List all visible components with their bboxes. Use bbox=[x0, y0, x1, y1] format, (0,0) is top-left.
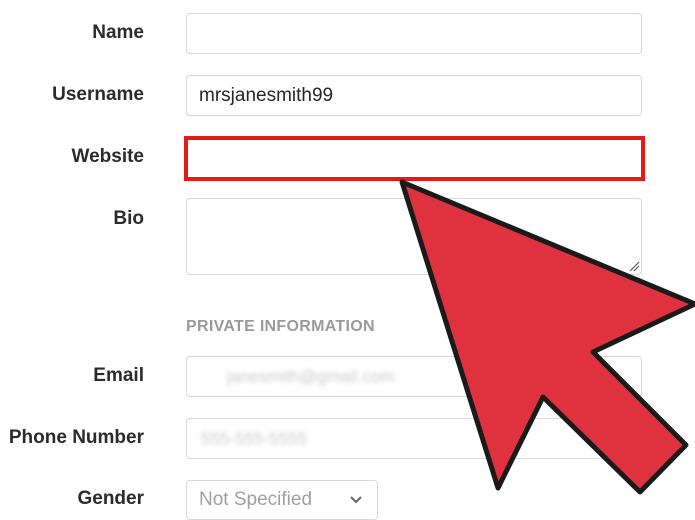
name-label: Name bbox=[92, 22, 144, 43]
email-blurred-value: janesmith@gmail.com bbox=[227, 367, 395, 386]
username-input[interactable] bbox=[186, 75, 642, 116]
website-label: Website bbox=[71, 146, 144, 167]
private-information-heading: PRIVATE INFORMATION bbox=[186, 318, 375, 335]
gender-label: Gender bbox=[77, 488, 144, 509]
bio-textarea[interactable] bbox=[186, 198, 642, 275]
chevron-down-icon bbox=[350, 496, 362, 504]
resize-grip-icon[interactable] bbox=[629, 261, 640, 272]
gender-selected-value: Not Specified bbox=[199, 489, 313, 510]
phone-number-input[interactable]: 555-555-5555 bbox=[186, 418, 642, 459]
website-input[interactable] bbox=[184, 136, 645, 181]
email-label: Email bbox=[93, 365, 144, 386]
username-label: Username bbox=[52, 84, 144, 105]
gender-select[interactable]: Not Specified bbox=[186, 480, 378, 520]
phone-number-label: Phone Number bbox=[8, 427, 144, 448]
bio-label: Bio bbox=[113, 208, 144, 229]
phone-blurred-value: 555-555-5555 bbox=[201, 429, 307, 448]
email-input[interactable]: janesmith@gmail.com bbox=[186, 356, 642, 397]
name-input[interactable] bbox=[186, 13, 642, 54]
